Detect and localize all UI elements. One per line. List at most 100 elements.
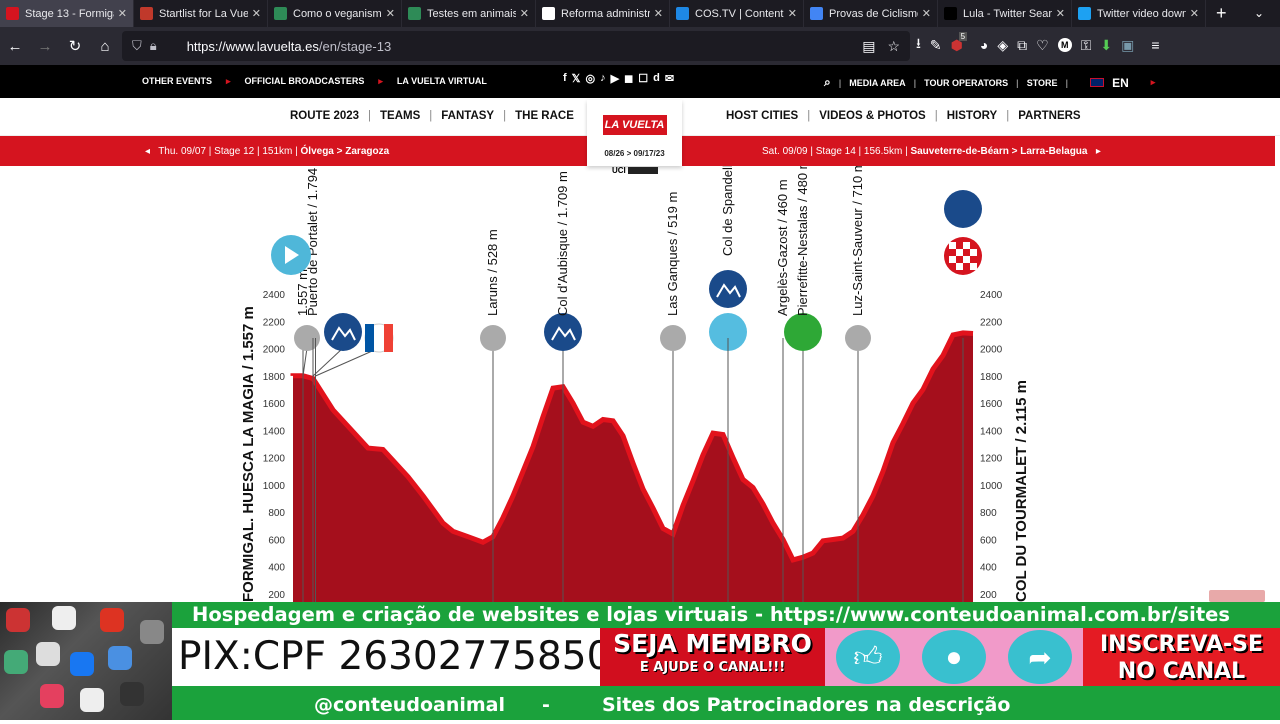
lock-icon: 🔒︎ <box>149 38 157 53</box>
close-tab-icon[interactable]: ✕ <box>386 7 395 20</box>
separator: | <box>1016 77 1019 88</box>
nav-item[interactable]: VIDEOS & PHOTOS <box>819 110 926 122</box>
download-icon[interactable]: ⭳ <box>916 33 921 57</box>
nav-item[interactable]: FANTASY <box>441 110 494 122</box>
start-location-label: FORMIGAL. HUESCA LA MAGIA / 1.557 m <box>240 306 257 602</box>
ublock-icon[interactable]: ⬢ 5 <box>951 31 968 54</box>
tab-list-chevron-icon[interactable]: ⌄ <box>1254 0 1264 27</box>
social-icon[interactable]: ✉ <box>665 72 674 85</box>
tab-title: Provas de Ciclismo <box>829 7 918 20</box>
separator: | <box>807 110 811 122</box>
tab-favicon-icon <box>140 7 153 20</box>
y-tick-label: 2400 <box>980 290 1003 301</box>
home-icon[interactable]: ⌂ <box>90 38 120 55</box>
menu-icon[interactable]: ≡ <box>1151 37 1159 53</box>
la-vuelta-logo[interactable]: LA VUELTA 08/26 > 09/17/23 <box>587 100 682 166</box>
checker-square <box>970 263 977 270</box>
browser-tab[interactable]: Reforma administra ✕ <box>536 0 670 27</box>
y-tick-label: 200 <box>268 590 285 601</box>
browser-tab[interactable]: Como o veganismo ✕ <box>268 0 402 27</box>
social-icon[interactable]: ▶ <box>611 72 619 85</box>
point-label: Col de Spandelles / 1.378 m <box>720 166 735 256</box>
extension-icon[interactable]: ▣ <box>1121 37 1134 54</box>
browser-tab[interactable]: Testes em animais ✕ <box>402 0 536 27</box>
next-stage-link[interactable]: Sat. 09/09 | Stage 14 | 156.5km | Sauvet… <box>762 146 1101 157</box>
social-action-icons: 👍︎ ● ➦ <box>825 628 1083 686</box>
y-tick-label: 1400 <box>263 426 286 437</box>
social-icon[interactable]: ☐ <box>638 72 648 85</box>
finish-location-label: COL DU TOURMALET / 2.115 m <box>1013 380 1030 602</box>
checkpoint-icon <box>845 325 871 351</box>
scroll-to-top-button[interactable] <box>1209 590 1265 602</box>
sprint-icon <box>784 313 822 351</box>
close-tab-icon[interactable]: ✕ <box>1056 7 1065 20</box>
stream-overlay-banner: Hospedagem e criação de websites e lojas… <box>0 602 1280 720</box>
bookmark-star-icon[interactable]: ☆ <box>887 38 900 55</box>
browser-tab[interactable]: Stage 13 - Formigal ✕ <box>0 0 134 27</box>
nav-item[interactable]: HOST CITIES <box>726 110 798 122</box>
social-icon[interactable]: ◎ <box>586 72 596 85</box>
chevron-right-icon[interactable]: ▸ <box>1151 77 1156 88</box>
close-tab-icon[interactable]: ✕ <box>520 7 529 20</box>
social-icon[interactable]: 𝕏 <box>572 72 581 85</box>
extension-icon[interactable]: ◈ <box>997 37 1008 54</box>
browser-tab[interactable]: COS.TV | Content p ✕ <box>670 0 804 27</box>
nav-item[interactable]: ROUTE 2023 <box>290 110 359 122</box>
nav-item[interactable]: HISTORY <box>947 110 997 122</box>
browser-tab[interactable]: Twitter video down ✕ <box>1072 0 1206 27</box>
language-selector[interactable]: EN <box>1112 76 1129 90</box>
y-tick-label: 2000 <box>263 345 286 356</box>
close-tab-icon[interactable]: ✕ <box>118 7 127 20</box>
nav-item[interactable]: THE RACE <box>515 110 574 122</box>
forward-icon[interactable]: → <box>30 38 60 55</box>
close-tab-icon[interactable]: ✕ <box>1190 7 1199 20</box>
extension-icon[interactable]: ◕ <box>980 37 988 53</box>
store-link[interactable]: STORE <box>1027 78 1058 88</box>
key-icon[interactable]: ⚿ <box>1081 37 1092 54</box>
pix-text: PIX:CPF 26302775850 <box>172 628 611 686</box>
top-link-0[interactable]: OTHER EVENTS <box>142 76 212 87</box>
pocket-icon[interactable]: ♡ <box>1036 37 1049 54</box>
checker-square <box>963 256 970 263</box>
nav-item[interactable]: TEAMS <box>380 110 420 122</box>
download-helper-icon[interactable]: ⬇ <box>1100 37 1112 54</box>
new-tab-icon[interactable]: + <box>1216 0 1227 27</box>
top-link-2[interactable]: LA VUELTA VIRTUAL <box>397 76 487 87</box>
social-icon[interactable]: ♪ <box>600 72 606 85</box>
social-icon[interactable]: ◼ <box>624 72 633 85</box>
checkpoint-icon <box>660 325 686 351</box>
search-icon[interactable]: ⌕ <box>824 75 831 90</box>
shield-icon[interactable]: ⛉ <box>132 38 142 54</box>
reload-icon[interactable]: ↻ <box>60 37 90 55</box>
tab-favicon-icon <box>274 7 287 20</box>
tab-favicon-icon <box>408 7 421 20</box>
logo-text: LA VUELTA <box>602 115 667 135</box>
y-tick-label: 600 <box>980 535 997 546</box>
media-area-link[interactable]: MEDIA AREA <box>849 78 905 88</box>
reader-view-icon[interactable]: ▤ <box>862 38 875 55</box>
close-tab-icon[interactable]: ✕ <box>252 7 261 20</box>
start-icon <box>271 235 311 275</box>
browser-tab[interactable]: Startlist for La Vuelta ✕ <box>134 0 268 27</box>
browser-tab[interactable]: Lula - Twitter Searc ✕ <box>938 0 1072 27</box>
tab-title: Twitter video down <box>1097 7 1186 20</box>
top-link-1[interactable]: OFFICIAL BROADCASTERS <box>245 76 365 87</box>
y-tick-label: 200 <box>980 590 997 601</box>
footer-dash: - <box>542 694 550 716</box>
puzzle-icon[interactable]: ⧉ <box>1017 37 1027 54</box>
y-tick-label: 1000 <box>263 481 286 492</box>
url-bar[interactable]: ⛉ 🔒︎ https://www.lavuelta.es/en/stage-13 <box>122 31 910 61</box>
nav-item[interactable]: PARTNERS <box>1018 110 1080 122</box>
checkpoint-icon <box>480 325 506 351</box>
close-tab-icon[interactable]: ✕ <box>922 7 931 20</box>
social-icon[interactable]: d <box>653 72 660 85</box>
pen-icon[interactable]: ✎ <box>930 37 942 54</box>
browser-tab[interactable]: Provas de Ciclismo ✕ <box>804 0 938 27</box>
social-icon[interactable]: f <box>563 72 567 85</box>
close-tab-icon[interactable]: ✕ <box>788 7 797 20</box>
close-tab-icon[interactable]: ✕ <box>654 7 663 20</box>
back-icon[interactable]: ← <box>0 38 30 55</box>
tour-operators-link[interactable]: TOUR OPERATORS <box>924 78 1008 88</box>
extension-m-icon[interactable]: M <box>1057 38 1072 52</box>
previous-stage-link[interactable]: ◂ Thu. 09/07 | Stage 12 | 151km | Ólvega… <box>145 146 389 157</box>
